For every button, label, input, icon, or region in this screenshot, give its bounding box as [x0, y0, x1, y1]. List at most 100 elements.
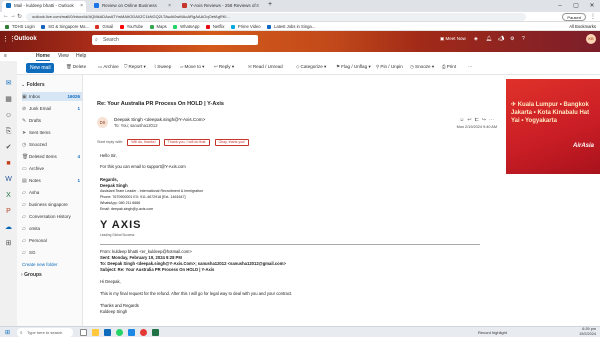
delete-button[interactable]: 🗑︎Delete [66, 64, 86, 70]
create-new-folder-link[interactable]: Create new folder [22, 260, 82, 269]
search-input[interactable]: ⌕ Search [92, 35, 258, 45]
close-tab-icon[interactable]: × [80, 3, 83, 9]
profile-button[interactable]: Paused [562, 13, 586, 21]
all-bookmarks[interactable]: All Bookmarks [569, 22, 596, 31]
new-tab-button[interactable]: + [266, 1, 276, 12]
folder-business-singapore[interactable]: ▱ business singapore [22, 200, 82, 209]
outlook-brand[interactable]: Outlook [14, 36, 37, 42]
apps-icon[interactable]: ⊞ [4, 239, 13, 248]
onedrive-icon[interactable]: ☁ [4, 223, 13, 232]
office-icon[interactable]: ■ [4, 159, 13, 168]
report-button[interactable]: ⛉Report ▾ [124, 64, 146, 70]
folder-sent[interactable]: ➤ Sent Items [22, 128, 82, 137]
quick-reply-3[interactable]: Okay, thank you! [214, 139, 250, 146]
megaphone-icon[interactable]: 📣︎ [498, 36, 504, 42]
read-unread-button[interactable]: ✉Read / Unread [248, 64, 283, 70]
move-to-button[interactable]: ▱Move to ▾ [180, 64, 204, 70]
folder-archive[interactable]: ▭ Archive [22, 164, 82, 173]
reply-all-icon[interactable]: ⇇ [475, 117, 482, 123]
airasia-ad[interactable]: ✈ Kuala Lumpur • Bangkok Jakarta • Kota … [506, 79, 600, 174]
groups-header[interactable]: › Groups [21, 272, 42, 278]
reply-icon[interactable]: ↩ [467, 117, 474, 123]
powerpoint-icon[interactable]: P [4, 207, 13, 216]
reply-button[interactable]: ↩Reply ▾ [214, 64, 234, 70]
folder-sg[interactable]: ▱ SG [22, 248, 82, 257]
bookmark-netflix[interactable]: Netflix [205, 22, 225, 31]
bookmark-maps[interactable]: Maps [149, 22, 167, 31]
excel-app-icon[interactable] [152, 329, 159, 336]
bookmark-gmail[interactable]: Gmail [95, 22, 113, 31]
tab-help[interactable]: Help [76, 53, 86, 59]
close-tab-icon[interactable]: × [256, 3, 259, 9]
close-tab-icon[interactable]: × [168, 3, 171, 9]
bookmark-tdhs[interactable]: TDHS Login [5, 22, 35, 31]
snooze-button[interactable]: ◷Snooze ▾ [410, 64, 434, 70]
meet-now-button[interactable]: ▣ Meet Now [440, 36, 466, 42]
menu-icon[interactable]: ⋮ [590, 13, 596, 20]
minimize-icon[interactable]: – [552, 0, 568, 12]
todo-icon[interactable]: ✔ [4, 143, 13, 152]
avatar[interactable]: KB [586, 34, 596, 44]
reload-icon[interactable]: ↻ [17, 13, 22, 20]
pin-button[interactable]: ⚲Pin / Unpin [376, 64, 403, 70]
sweep-button[interactable]: ⌇Sweep [154, 64, 171, 70]
folder-asha[interactable]: ▱ Asha [22, 188, 82, 197]
windows-start-icon[interactable]: ⊞ [5, 329, 10, 336]
quick-reply-2[interactable]: Thank you, I will do that. [163, 139, 211, 146]
folder-junk[interactable]: ⊘ Junk Email 1 [22, 104, 82, 113]
hamburger-icon[interactable]: ≡ [4, 53, 7, 59]
folders-header[interactable]: ⌄ Folders [21, 82, 45, 88]
close-window-icon[interactable]: ✕ [584, 0, 600, 12]
mail-icon[interactable]: ✉ [4, 79, 13, 88]
calendar-icon[interactable]: ▦ [4, 95, 13, 104]
file-explorer-icon[interactable] [92, 329, 99, 336]
sender-avatar[interactable]: DS [97, 117, 108, 128]
task-view-icon[interactable] [80, 329, 87, 336]
chrome-icon[interactable] [140, 329, 147, 336]
bookmark-sg[interactable]: SG & Singapore Ma... [41, 22, 89, 31]
help-icon[interactable]: ? [522, 36, 525, 42]
folder-drafts[interactable]: ✎ Drafts [22, 116, 82, 125]
sender-name[interactable]: Deepak Singh <deepak.singh@Y-Axis.Com> [114, 117, 205, 122]
new-mail-button[interactable]: New mail ▾ [26, 63, 54, 81]
forward-icon[interactable]: → [10, 13, 16, 19]
flag-button[interactable]: ⚑Flag / Unflag ▾ [336, 64, 371, 70]
system-clock[interactable]: 6:39 pm 19/2/2024 [579, 327, 596, 337]
folder-omita[interactable]: ▱ omita [22, 224, 82, 233]
more-options-icon[interactable]: ⋯ [468, 64, 473, 70]
tab-view[interactable]: View [58, 53, 69, 59]
forward-icon[interactable]: ↪ [482, 117, 489, 123]
tab-yaxis-reviews[interactable]: Y-Axis Reviews - 258 Reviews of... × [178, 1, 262, 12]
quick-reply-1[interactable]: Will do, thanks! [127, 139, 160, 146]
url-field[interactable]: outlook.live.com/mail/0/inbox/id/AQMkADA… [26, 13, 526, 21]
folder-inbox[interactable]: ▣ Inbox 16026 [22, 92, 82, 101]
bookmark-prime[interactable]: Prime Video [230, 22, 261, 31]
maximize-icon[interactable]: ▢ [568, 0, 584, 12]
print-button[interactable]: ⎙Print [442, 64, 456, 69]
mail-app-icon[interactable] [104, 329, 111, 336]
attachment-icon[interactable]: ⎘ [4, 127, 13, 136]
tab-review[interactable]: Review on Online Business × [90, 1, 174, 12]
people-icon[interactable]: ☺ [4, 111, 13, 120]
bell-icon[interactable]: 🔔︎ [486, 36, 492, 42]
excel-icon[interactable]: X [4, 191, 13, 200]
word-icon[interactable]: W [4, 175, 13, 184]
bookmark-jobs[interactable]: Latest Jobs in Singa... [267, 22, 315, 31]
more-icon[interactable]: ⋯ [489, 117, 497, 123]
bookmark-whatsapp[interactable]: WhatsApp [173, 22, 199, 31]
edge-icon[interactable] [128, 329, 135, 336]
bookmark-youtube[interactable]: YouTube [119, 22, 143, 31]
folder-snoozed[interactable]: ◷ Snoozed [22, 140, 82, 149]
taskbar-search[interactable]: ⌕ Type here to search [17, 328, 73, 337]
categorize-button[interactable]: ◇Categorize ▾ [296, 64, 326, 70]
archive-button[interactable]: ▭Archive [98, 64, 119, 70]
folder-conversation-history[interactable]: ▱ Conversation History [22, 212, 82, 221]
record-highlight[interactable]: Record highlight [478, 330, 507, 335]
folder-notes[interactable]: ▤ Notes 1 [22, 176, 82, 185]
folder-deleted[interactable]: 🗑︎Deleted Items 4 [22, 152, 82, 161]
whatsapp-app-icon[interactable] [116, 329, 123, 336]
tab-outlook[interactable]: Mail - kuldeep bhatti - Outlook × [2, 1, 86, 12]
folder-personal[interactable]: ▱ Personal [22, 236, 82, 245]
teams-icon[interactable]: ◈ [474, 36, 478, 42]
app-launcher-icon[interactable]: ⋮⋮ [2, 36, 16, 44]
